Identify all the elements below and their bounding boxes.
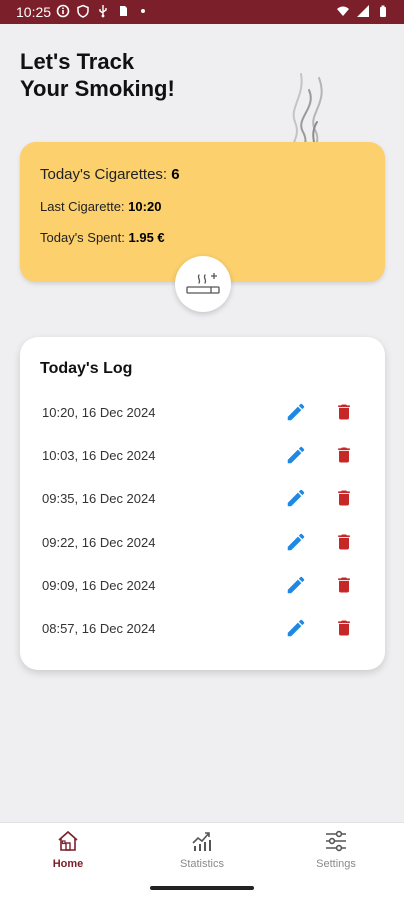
signal-icon: [357, 5, 369, 17]
edit-icon[interactable]: [285, 487, 307, 509]
statistics-icon: [192, 832, 211, 851]
log-entry-time: 09:22, 16 Dec 2024: [42, 534, 156, 550]
status-right-icons: [336, 4, 390, 18]
edit-icon[interactable]: [285, 574, 307, 596]
log-entry-time: 08:57, 16 Dec 2024: [42, 620, 156, 636]
nav-settings-label: Settings: [316, 858, 356, 870]
log-entry: 09:35, 16 Dec 2024: [20, 478, 385, 521]
battery-icon: [380, 5, 386, 17]
delete-icon[interactable]: [334, 444, 354, 466]
log-entry: 10:03, 16 Dec 2024: [20, 435, 385, 478]
home-gesture-handle[interactable]: [150, 886, 254, 890]
page-title-line2: Your Smoking!: [20, 76, 175, 101]
nav-settings[interactable]: Settings: [286, 829, 386, 875]
log-entry-time: 10:03, 16 Dec 2024: [42, 448, 156, 464]
delete-icon[interactable]: [334, 487, 354, 509]
today-cigarettes-value: 6: [171, 166, 180, 183]
page-title-line1: Let's Track: [20, 49, 135, 74]
log-entry-time: 09:09, 16 Dec 2024: [42, 577, 156, 593]
edit-icon[interactable]: [285, 401, 307, 423]
wifi-icon: [337, 6, 349, 16]
last-cigarette-label: Last Cigarette:: [40, 199, 125, 214]
today-cigarettes-label: Today's Cigarettes:: [40, 166, 168, 183]
log-list: 10:20, 16 Dec 2024 10:03, 16 Dec 2024 09…: [20, 392, 385, 651]
log-entry: 08:57, 16 Dec 2024: [20, 608, 385, 651]
log-entry-time: 09:35, 16 Dec 2024: [42, 491, 156, 507]
today-spent-row: Today's Spent: 1.95 €: [40, 230, 165, 245]
log-entry: 09:22, 16 Dec 2024: [20, 522, 385, 565]
page-title: Let's Track Your Smoking!: [20, 48, 250, 102]
system-gesture-area: [0, 878, 404, 900]
add-cigarette-icon: [186, 273, 220, 294]
edit-icon[interactable]: [285, 444, 307, 466]
today-cigarettes-row: Today's Cigarettes: 6: [40, 166, 180, 183]
add-cigarette-button[interactable]: [175, 256, 231, 312]
nav-home[interactable]: Home: [18, 829, 118, 875]
todays-log-card: Today's Log 10:20, 16 Dec 2024 10:03, 16…: [20, 337, 385, 670]
usb-icon: [99, 5, 107, 18]
log-entry-time: 10:20, 16 Dec 2024: [42, 405, 156, 420]
last-cigarette-value: 10:20: [128, 199, 162, 214]
shield-icon: [77, 4, 89, 18]
sim-card-icon: [120, 6, 127, 16]
delete-icon[interactable]: [334, 401, 354, 423]
status-left-icons: [56, 4, 150, 18]
nav-statistics[interactable]: Statistics: [152, 829, 252, 875]
edit-icon[interactable]: [285, 531, 307, 553]
edit-icon[interactable]: [285, 617, 307, 639]
delete-icon[interactable]: [334, 531, 354, 553]
dot-icon: [141, 9, 145, 13]
log-entry: 10:20, 16 Dec 2024: [20, 392, 385, 435]
nav-home-label: Home: [52, 858, 84, 870]
bottom-nav: Home Statistics Settings: [0, 822, 404, 878]
nav-statistics-label: Statistics: [179, 858, 224, 870]
home-icon: [58, 830, 78, 851]
today-spent-value: 1.95 €: [128, 230, 165, 245]
log-title: Today's Log: [40, 360, 133, 377]
sliders-icon: [326, 830, 346, 852]
status-time: 10:25: [16, 4, 52, 20]
last-cigarette-row: Last Cigarette: 10:20: [40, 199, 161, 214]
info-circle-icon: [56, 4, 70, 18]
delete-icon[interactable]: [334, 574, 354, 596]
today-spent-label: Today's Spent:: [40, 230, 125, 245]
status-bar: 10:25: [0, 0, 404, 24]
delete-icon[interactable]: [334, 617, 354, 639]
log-entry: 09:09, 16 Dec 2024: [20, 565, 385, 608]
